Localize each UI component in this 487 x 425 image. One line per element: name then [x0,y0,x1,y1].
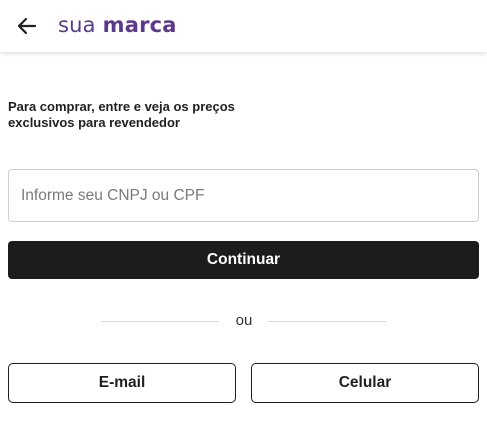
brand-logo-light: sua [58,13,96,37]
brand-logo: sua marca [58,13,177,37]
intro-text: Para comprar, entre e veja os preços exc… [8,99,235,130]
app-header: sua marca [0,0,487,52]
divider-line-left [101,321,219,322]
document-input[interactable] [8,169,479,222]
continue-button[interactable]: Continuar [8,241,479,279]
email-login-button[interactable]: E-mail [8,363,236,403]
divider-line-right [268,321,386,322]
arrow-left-icon [17,17,37,35]
brand-logo-bold: marca [102,13,177,37]
phone-login-button[interactable]: Celular [251,363,479,403]
back-button[interactable] [14,14,40,38]
divider-text: ou [235,312,253,329]
